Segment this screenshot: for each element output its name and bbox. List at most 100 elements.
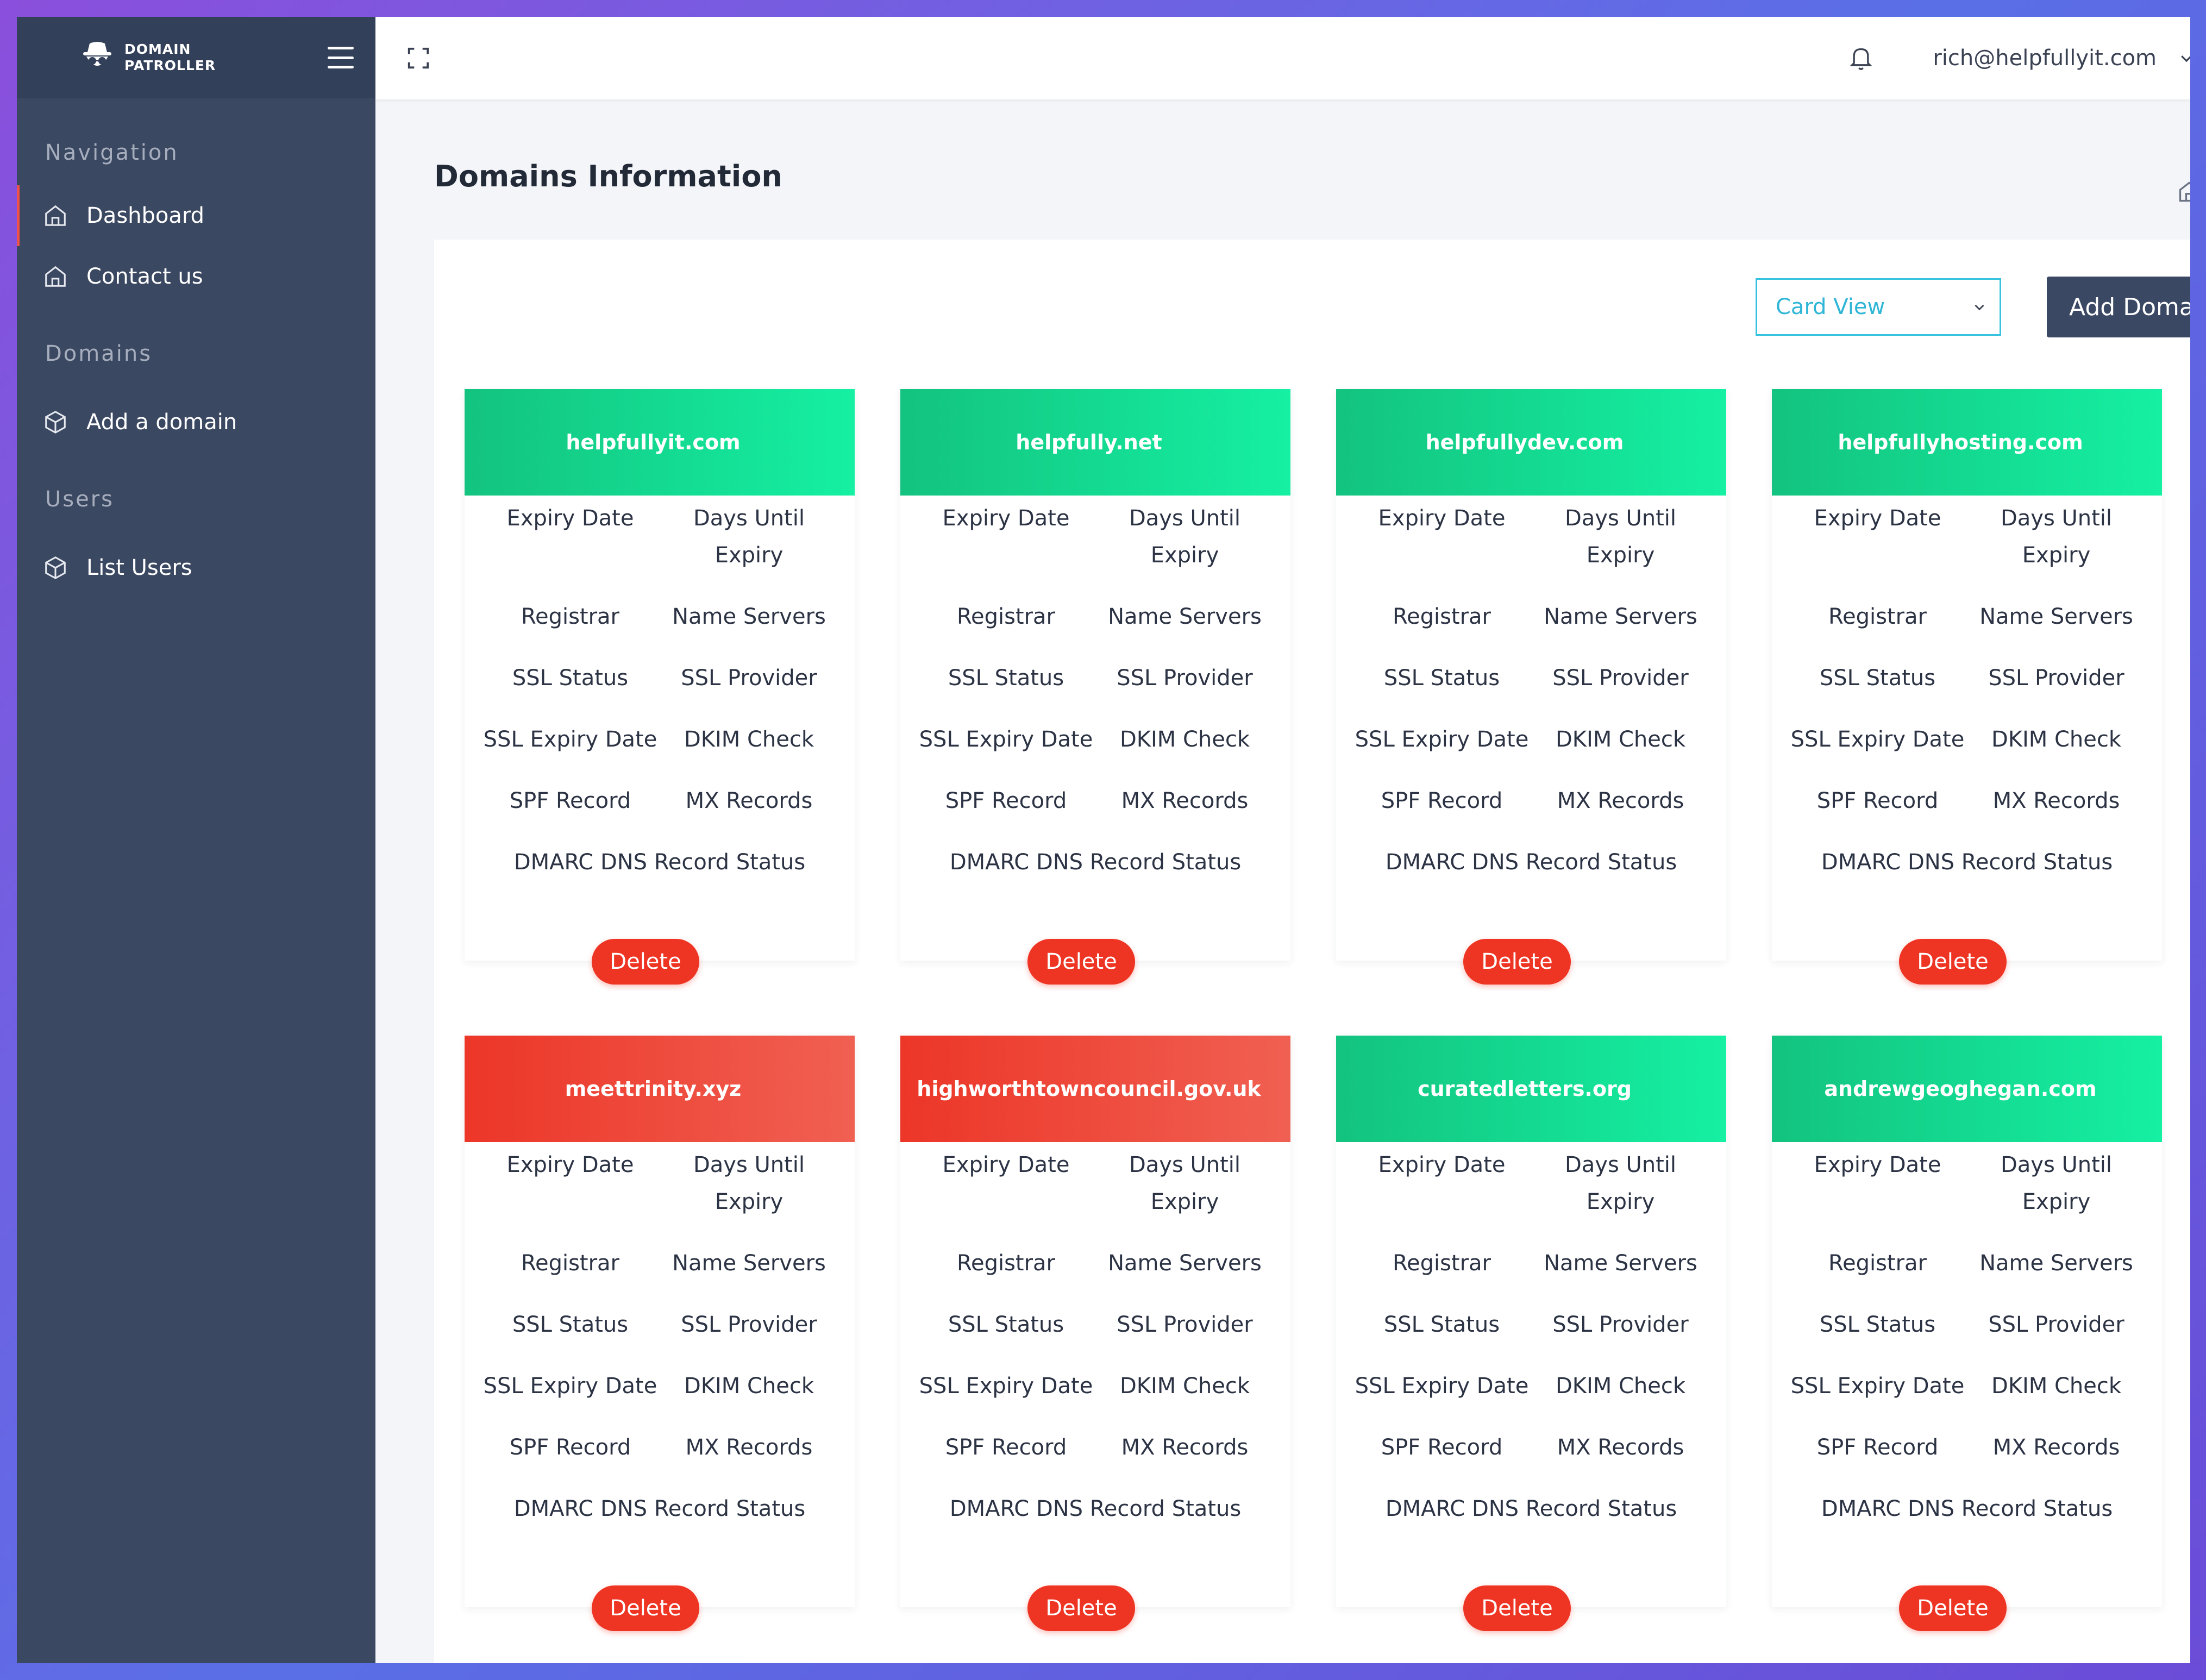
delete-domain-button[interactable]: Delete	[1463, 939, 1571, 985]
fullscreen-icon[interactable]	[406, 46, 431, 71]
domain-card-header[interactable]: helpfullyit.com	[465, 389, 855, 496]
field-ssl-status: SSL Status	[1819, 1312, 1936, 1337]
domain-name: helpfully.net	[1016, 430, 1162, 454]
delete-domain-button[interactable]: Delete	[1463, 1585, 1571, 1631]
domain-name: helpfullydev.com	[1425, 430, 1624, 454]
chevron-down-icon	[1975, 304, 1984, 311]
field-expiry-date: Expiry Date	[942, 1152, 1070, 1177]
field-dkim-check: DKIM Check	[684, 727, 814, 752]
domain-card-body: andrewgeoghegan.com Expiry Date Days Unt…	[1772, 1036, 2162, 1607]
domain-card-header[interactable]: helpfullyhosting.com	[1772, 389, 2162, 496]
field-dkim-check: DKIM Check	[684, 1374, 814, 1399]
delete-domain-button[interactable]: Delete	[592, 1585, 699, 1631]
field-mx-records: MX Records	[685, 1435, 813, 1460]
field-spf-record: SPF Record	[945, 788, 1067, 813]
field-dkim-check: DKIM Check	[1119, 1374, 1250, 1399]
brand-logo[interactable]: DOMAIN PATROLLER	[82, 40, 216, 75]
field-mx-records: MX Records	[1121, 1435, 1249, 1460]
breadcrumb-home-icon[interactable]	[2177, 180, 2190, 204]
field-expiry-date: Expiry Date	[1814, 1152, 1941, 1177]
field-ssl-provider: SSL Provider	[1117, 1312, 1253, 1337]
user-menu[interactable]: rich@helpfullyit.com	[1933, 46, 2157, 71]
field-dkim-check: DKIM Check	[1555, 1374, 1686, 1399]
domain-card-header[interactable]: helpfullydev.com	[1336, 389, 1726, 496]
domain-card: meettrinity.xyz Expiry Date Days Until E…	[465, 1036, 855, 1631]
field-ssl-provider: SSL Provider	[1552, 1312, 1689, 1337]
domain-card-body: helpfullyit.com Expiry Date Days Until E…	[465, 389, 855, 961]
domain-name: curatedletters.org	[1418, 1077, 1632, 1101]
delete-domain-button[interactable]: Delete	[1027, 939, 1135, 985]
domain-card-body: meettrinity.xyz Expiry Date Days Until E…	[465, 1036, 855, 1607]
domain-name: meettrinity.xyz	[565, 1077, 742, 1101]
sidebar-item-label: Contact us	[86, 264, 203, 289]
field-mx-records: MX Records	[1992, 1435, 2120, 1460]
sidebar-item-dashboard[interactable]: Dashboard	[17, 185, 375, 246]
field-ssl-provider: SSL Provider	[681, 666, 817, 691]
sidebar-item-label: List Users	[86, 555, 192, 580]
field-ssl-provider: SSL Provider	[1988, 666, 2124, 691]
field-spf-record: SPF Record	[945, 1435, 1067, 1460]
field-ssl-expiry-date: SSL Expiry Date	[1790, 1374, 1965, 1399]
field-name-servers: Name Servers	[1544, 1251, 1697, 1276]
view-mode-value: Card View	[1776, 294, 1885, 319]
field-days-until-expiry: Days Until Expiry	[2000, 1152, 2113, 1214]
domain-fields: Expiry Date Days Until Expiry Registrar …	[1772, 1142, 2162, 1552]
app-window: DOMAIN PATROLLER Navigation Dashboard Co…	[17, 17, 2190, 1663]
field-dmarc-status: DMARC DNS Record Status	[513, 1496, 806, 1521]
domain-name: highworthtowncouncil.gov.uk	[917, 1077, 1261, 1101]
domain-name: helpfullyit.com	[566, 430, 741, 454]
field-expiry-date: Expiry Date	[942, 506, 1070, 531]
field-spf-record: SPF Record	[1816, 1435, 1939, 1460]
domain-card-body: highworthtowncouncil.gov.uk Expiry Date …	[900, 1036, 1290, 1607]
domain-card-header[interactable]: helpfully.net	[900, 389, 1290, 496]
field-days-until-expiry: Days Until Expiry	[693, 506, 805, 568]
nav-section-domains: Domains	[45, 341, 153, 366]
bell-icon[interactable]	[1849, 45, 1873, 71]
domain-card: helpfullydev.com Expiry Date Days Until …	[1336, 389, 1726, 985]
field-dmarc-status: DMARC DNS Record Status	[1821, 1496, 2113, 1521]
field-ssl-provider: SSL Provider	[1552, 666, 1689, 691]
field-mx-records: MX Records	[1121, 788, 1249, 813]
menu-toggle-icon[interactable]	[328, 47, 354, 68]
brand-line-1: DOMAIN	[124, 41, 191, 57]
field-expiry-date: Expiry Date	[1378, 1152, 1506, 1177]
delete-domain-button[interactable]: Delete	[1899, 1585, 2007, 1631]
chevron-down-icon[interactable]	[2178, 50, 2190, 66]
field-ssl-status: SSL Status	[512, 666, 629, 691]
view-mode-select[interactable]: Card View	[1756, 278, 2001, 336]
delete-domain-button[interactable]: Delete	[1027, 1585, 1135, 1631]
field-name-servers: Name Servers	[1108, 604, 1262, 629]
domain-fields: Expiry Date Days Until Expiry Registrar …	[1336, 496, 1726, 905]
domain-card-header[interactable]: highworthtowncouncil.gov.uk	[900, 1036, 1290, 1142]
domain-card-header[interactable]: curatedletters.org	[1336, 1036, 1726, 1142]
domain-fields: Expiry Date Days Until Expiry Registrar …	[465, 496, 855, 905]
field-expiry-date: Expiry Date	[1378, 506, 1506, 531]
domain-card-header[interactable]: meettrinity.xyz	[465, 1036, 855, 1142]
delete-domain-button[interactable]: Delete	[1899, 939, 2007, 985]
delete-domain-button[interactable]: Delete	[592, 939, 699, 985]
sidebar-item-add-a-domain[interactable]: Add a domain	[17, 392, 375, 453]
field-registrar: Registrar	[956, 604, 1056, 629]
field-ssl-status: SSL Status	[1819, 666, 1936, 691]
field-registrar: Registrar	[1828, 1251, 1927, 1276]
field-name-servers: Name Servers	[1108, 1251, 1262, 1276]
domain-card: helpfullyit.com Expiry Date Days Until E…	[465, 389, 855, 985]
sidebar-item-contact-us[interactable]: Contact us	[17, 246, 375, 307]
domain-card-body: curatedletters.org Expiry Date Days Unti…	[1336, 1036, 1726, 1607]
field-spf-record: SPF Record	[1816, 788, 1939, 813]
domain-name: helpfullyhosting.com	[1838, 430, 2083, 454]
field-dkim-check: DKIM Check	[1119, 727, 1250, 752]
sidebar-item-list-users[interactable]: List Users	[17, 537, 375, 598]
field-dmarc-status: DMARC DNS Record Status	[949, 850, 1242, 875]
add-domain-button[interactable]: Add Domain	[2047, 277, 2190, 337]
field-mx-records: MX Records	[1557, 1435, 1684, 1460]
page-header: Domains Information	[375, 99, 2190, 252]
domain-card: andrewgeoghegan.com Expiry Date Days Unt…	[1772, 1036, 2162, 1631]
field-days-until-expiry: Days Until Expiry	[1129, 1152, 1241, 1214]
domain-card-header[interactable]: andrewgeoghegan.com	[1772, 1036, 2162, 1142]
spy-hat-icon	[83, 42, 111, 66]
field-registrar: Registrar	[1392, 1251, 1491, 1276]
field-dmarc-status: DMARC DNS Record Status	[1385, 850, 1677, 875]
field-mx-records: MX Records	[1557, 788, 1684, 813]
domain-card: helpfully.net Expiry Date Days Until Exp…	[900, 389, 1290, 985]
